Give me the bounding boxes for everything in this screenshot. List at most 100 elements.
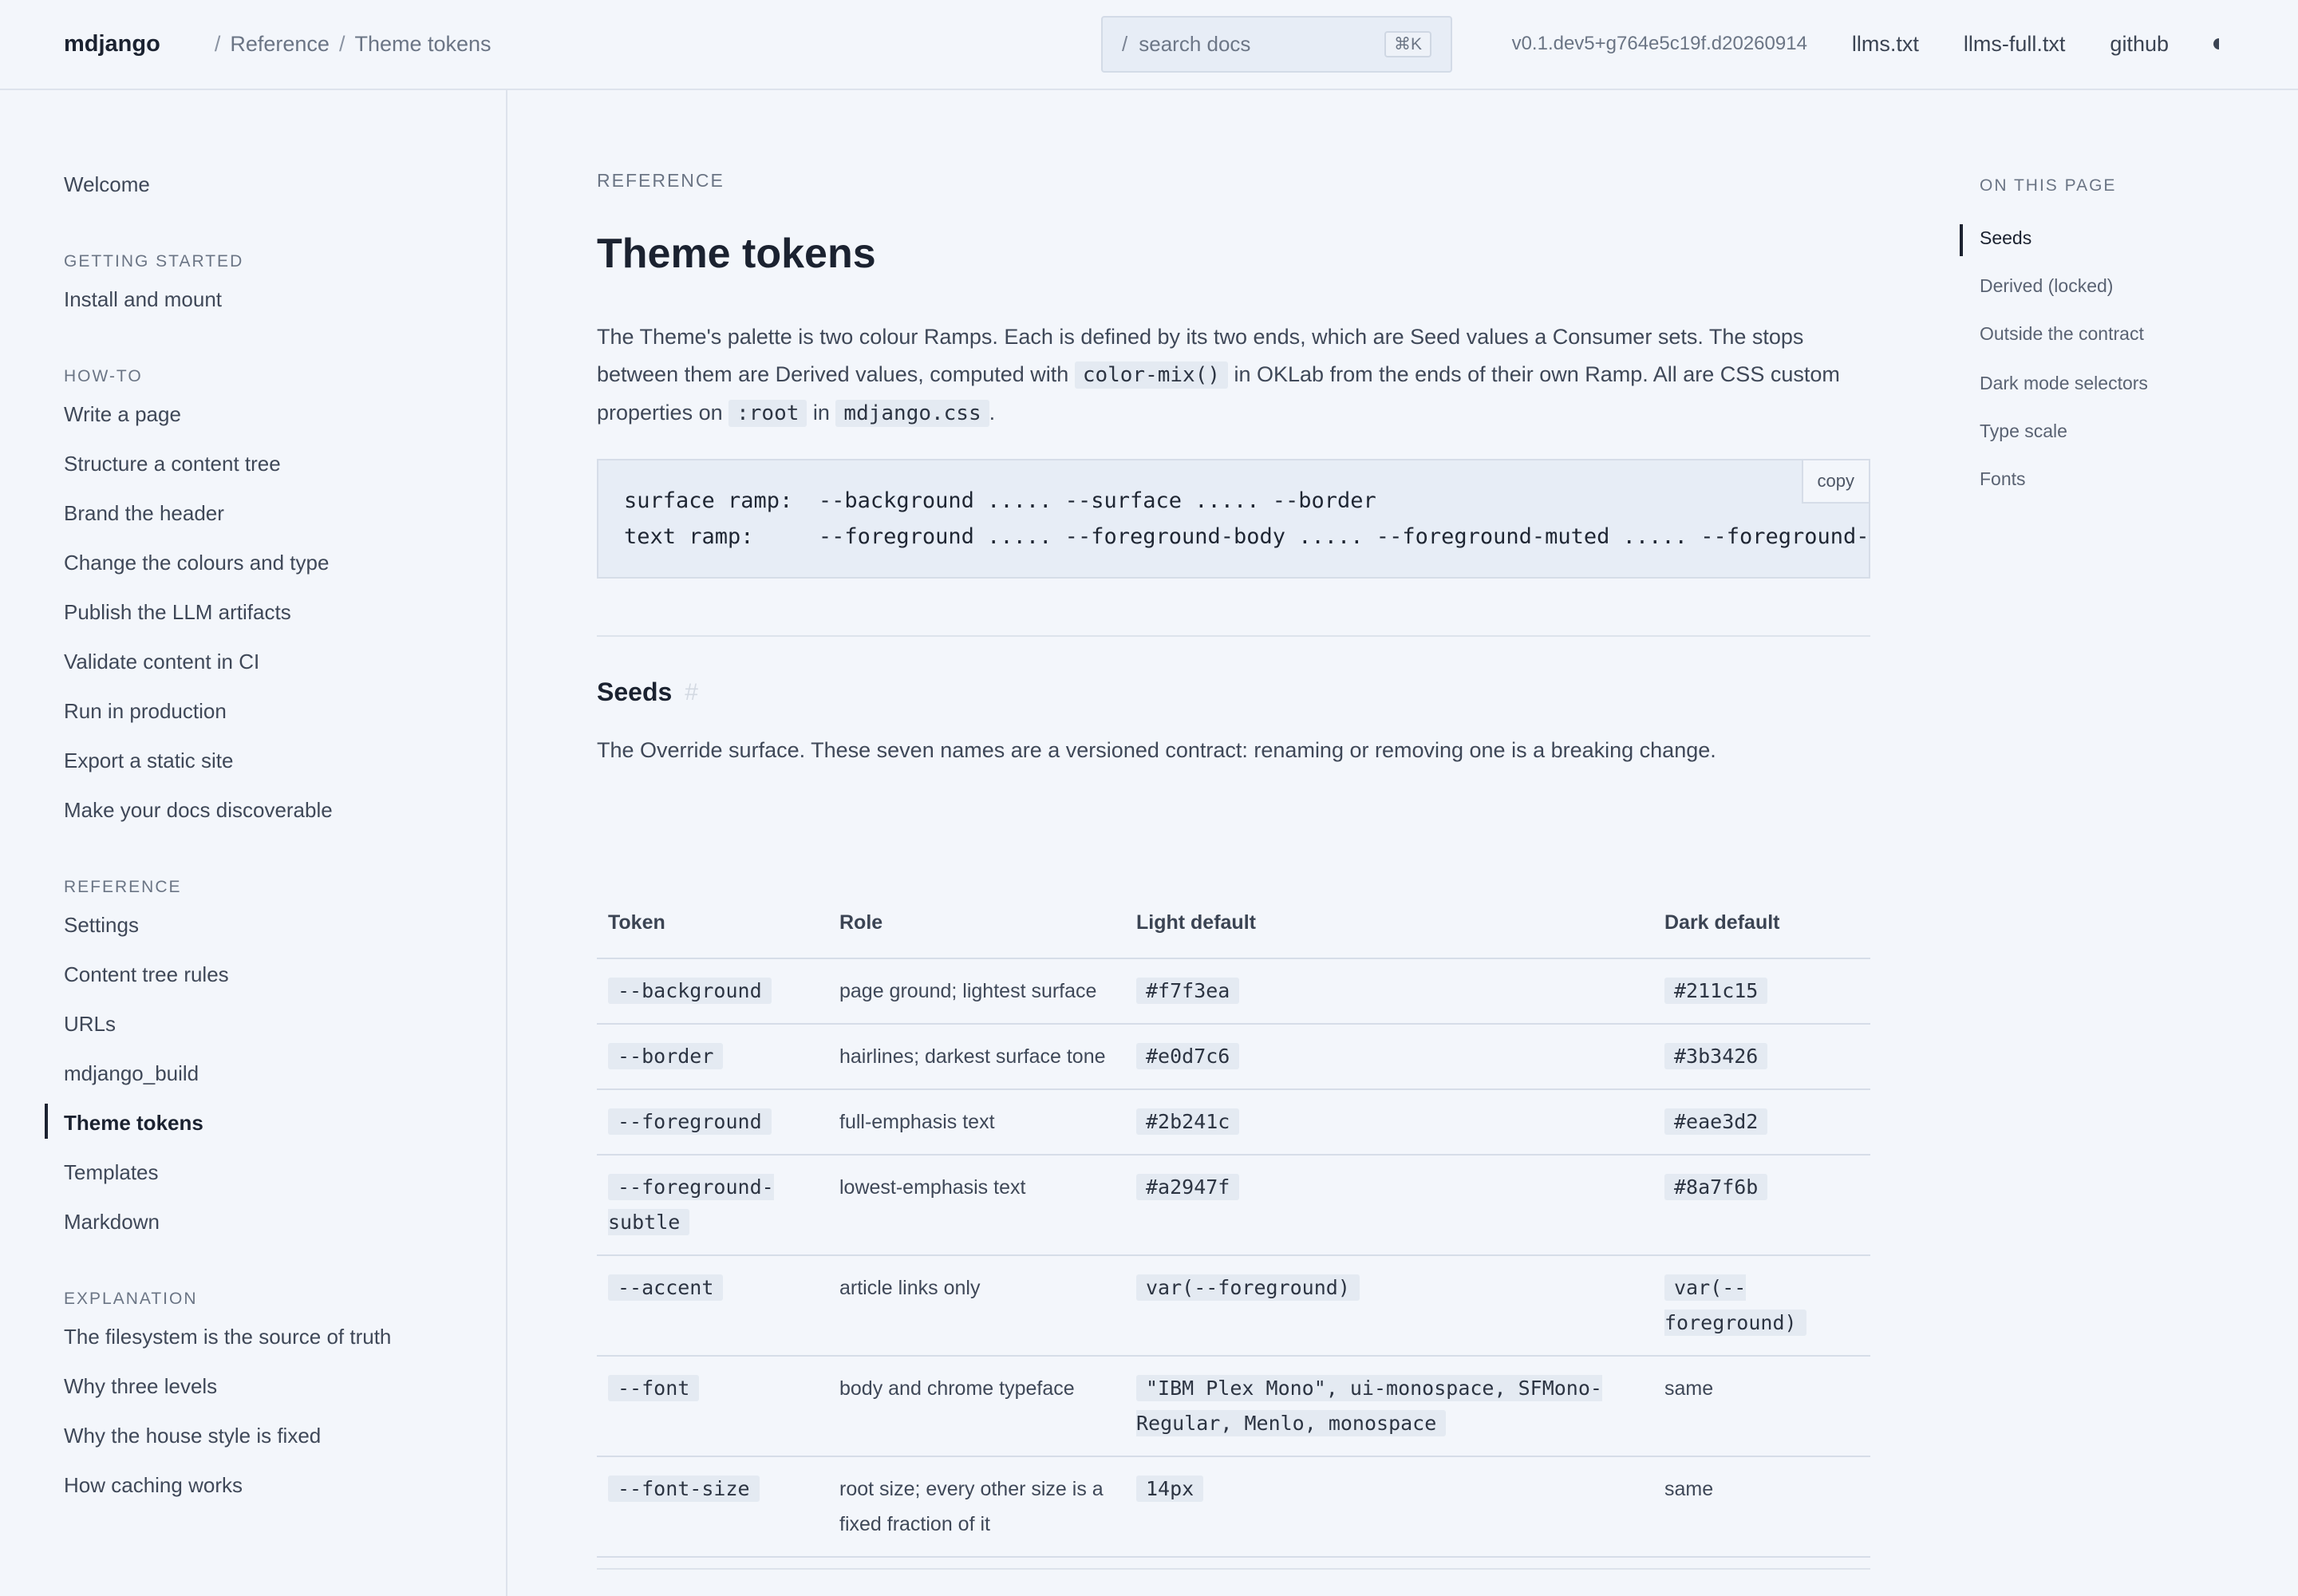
sidebar-item-export-static-site[interactable]: Export a static site bbox=[64, 746, 506, 796]
dark-default-value: #211c15 bbox=[1664, 978, 1768, 1004]
token-name: --font-size bbox=[608, 1476, 760, 1502]
sidebar-item-publish-llm-artifacts[interactable]: Publish the LLM artifacts bbox=[64, 598, 506, 647]
token-role: article links only bbox=[828, 1255, 1125, 1357]
github-link[interactable]: github bbox=[2110, 32, 2169, 57]
token-name: --background bbox=[608, 978, 772, 1004]
section-heading-text: Seeds bbox=[597, 678, 673, 706]
llms-txt-link[interactable]: llms.txt bbox=[1852, 32, 1919, 57]
sidebar-item-why-three-levels[interactable]: Why three levels bbox=[64, 1372, 506, 1421]
token-role: full-emphasis text bbox=[828, 1089, 1125, 1156]
sidebar-item-settings[interactable]: Settings bbox=[64, 911, 506, 960]
sidebar-item-filesystem-source-of-truth[interactable]: The filesystem is the source of truth bbox=[64, 1322, 506, 1372]
search-shortcut-badge: ⌘K bbox=[1384, 31, 1431, 57]
token-role: lowest-emphasis text bbox=[828, 1155, 1125, 1256]
llms-full-txt-link[interactable]: llms-full.txt bbox=[1964, 32, 2066, 57]
token-name: --border bbox=[608, 1043, 724, 1069]
dark-default-value: same bbox=[1653, 1456, 1870, 1558]
seeds-table: Token Role Light default Dark default --… bbox=[597, 888, 1870, 1558]
intro-paragraph: The Theme's palette is two colour Ramps.… bbox=[597, 318, 1870, 433]
sidebar-section-getting-started: GETTING STARTED bbox=[64, 252, 244, 271]
search-input[interactable]: / search docs ⌘K bbox=[1101, 16, 1452, 73]
light-default-value: #a2947f bbox=[1136, 1174, 1240, 1200]
column-header-token: Token bbox=[597, 888, 828, 959]
inline-code: color-mix() bbox=[1074, 361, 1228, 389]
code-block[interactable]: surface ramp: --background ..... --surfa… bbox=[597, 459, 1870, 579]
sidebar-item-theme-tokens[interactable]: Theme tokens bbox=[45, 1104, 506, 1158]
search-slash-icon: / bbox=[1122, 32, 1128, 56]
sidebar-item-welcome[interactable]: Welcome bbox=[64, 170, 506, 219]
sidebar-item-brand-the-header[interactable]: Brand the header bbox=[64, 499, 506, 548]
dark-default-value: same bbox=[1653, 1356, 1870, 1457]
copy-button[interactable]: copy bbox=[1801, 460, 1869, 504]
sidebar-item-why-house-style-fixed[interactable]: Why the house style is fixed bbox=[64, 1421, 506, 1471]
light-default-value: #2b241c bbox=[1136, 1108, 1240, 1135]
code-content: surface ramp: --background ..... --surfa… bbox=[598, 460, 1869, 577]
inline-code: :root bbox=[728, 400, 807, 427]
brand-logo[interactable]: mdjango bbox=[64, 31, 160, 57]
light-default-value: "IBM Plex Mono", ui-monospace, SFMono-Re… bbox=[1136, 1375, 1602, 1436]
header-links: v0.1.dev5+g764e5c19f.d20260914 llms.txt … bbox=[1512, 0, 2225, 88]
version-label: v0.1.dev5+g764e5c19f.d20260914 bbox=[1511, 33, 1807, 54]
table-header-row: Token Role Light default Dark default bbox=[597, 888, 1870, 959]
intro-text: . bbox=[989, 401, 996, 425]
table-row: --font-size root size; every other size … bbox=[597, 1456, 1870, 1558]
breadcrumb-separator: / bbox=[214, 32, 221, 56]
light-default-value: #e0d7c6 bbox=[1136, 1043, 1240, 1069]
light-default-value: #f7f3ea bbox=[1136, 978, 1240, 1004]
sidebar-item-install-and-mount[interactable]: Install and mount bbox=[64, 285, 506, 334]
code-line: surface ramp: --background ..... --surfa… bbox=[624, 488, 1376, 513]
sidebar-item-how-caching-works[interactable]: How caching works bbox=[64, 1471, 506, 1520]
sidebar-item-structure-a-content-tree[interactable]: Structure a content tree bbox=[64, 449, 506, 499]
token-role: hairlines; darkest surface tone bbox=[828, 1024, 1125, 1090]
toc-title: ON THIS PAGE bbox=[1980, 176, 2117, 195]
toc-active-indicator bbox=[1960, 224, 1963, 256]
sidebar-item-change-colours-and-type[interactable]: Change the colours and type bbox=[64, 548, 506, 598]
sidebar-item-make-docs-discoverable[interactable]: Make your docs discoverable bbox=[64, 796, 506, 845]
sidebar-item-mdjango-build[interactable]: mdjango_build bbox=[64, 1059, 506, 1108]
page-title: Theme tokens bbox=[597, 231, 876, 277]
inline-code: mdjango.css bbox=[835, 400, 989, 427]
theme-toggle-icon[interactable] bbox=[2213, 38, 2225, 49]
sidebar-item-run-in-production[interactable]: Run in production bbox=[64, 697, 506, 746]
toc-item-fonts[interactable]: Fonts bbox=[1980, 468, 2026, 490]
token-name: --font bbox=[608, 1375, 700, 1401]
page-eyebrow: REFERENCE bbox=[597, 170, 725, 191]
column-header-light-default: Light default bbox=[1125, 888, 1653, 959]
toc-item-seeds[interactable]: Seeds bbox=[1980, 227, 2031, 249]
token-role: page ground; lightest surface bbox=[828, 958, 1125, 1025]
section-divider bbox=[597, 1568, 1870, 1570]
sidebar-item-content-tree-rules[interactable]: Content tree rules bbox=[64, 960, 506, 1009]
heading-anchor-link[interactable]: # bbox=[685, 679, 698, 706]
toc-item-dark-mode-selectors[interactable]: Dark mode selectors bbox=[1980, 373, 2148, 394]
sidebar-section-reference: REFERENCE bbox=[64, 878, 182, 896]
toc-item-derived-locked[interactable]: Derived (locked) bbox=[1980, 275, 2113, 297]
token-role: body and chrome typeface bbox=[828, 1356, 1125, 1457]
breadcrumb-current: Theme tokens bbox=[354, 32, 492, 56]
token-name: --foreground-subtle bbox=[608, 1174, 774, 1235]
breadcrumb-reference[interactable]: Reference bbox=[230, 32, 330, 57]
dark-default-value: #eae3d2 bbox=[1664, 1108, 1768, 1135]
toc-item-type-scale[interactable]: Type scale bbox=[1980, 421, 2067, 442]
dark-default-value: var(--foreground) bbox=[1664, 1274, 1806, 1336]
token-name: --accent bbox=[608, 1274, 724, 1301]
table-row: --font body and chrome typeface "IBM Ple… bbox=[597, 1356, 1870, 1457]
light-default-value: 14px bbox=[1136, 1476, 1204, 1502]
sidebar-nav: Welcome GETTING STARTED Install and moun… bbox=[0, 90, 507, 1596]
column-header-dark-default: Dark default bbox=[1653, 888, 1870, 959]
section-divider bbox=[597, 635, 1870, 637]
light-default-value: var(--foreground) bbox=[1136, 1274, 1360, 1301]
table-row: --accent article links only var(--foregr… bbox=[597, 1255, 1870, 1357]
column-header-role: Role bbox=[828, 888, 1125, 959]
breadcrumb-separator: / bbox=[338, 32, 345, 56]
sidebar-section-explanation: EXPLANATION bbox=[64, 1290, 198, 1308]
sidebar-item-markdown[interactable]: Markdown bbox=[64, 1207, 506, 1257]
sidebar-item-validate-content-in-ci[interactable]: Validate content in CI bbox=[64, 647, 506, 697]
sidebar-item-templates[interactable]: Templates bbox=[64, 1158, 506, 1207]
token-name: --foreground bbox=[608, 1108, 772, 1135]
sidebar-item-urls[interactable]: URLs bbox=[64, 1009, 506, 1059]
toc-item-outside-contract[interactable]: Outside the contract bbox=[1980, 323, 2144, 345]
sidebar-item-write-a-page[interactable]: Write a page bbox=[64, 400, 506, 449]
table-row: --foreground-subtle lowest-emphasis text… bbox=[597, 1155, 1870, 1256]
table-row: --foreground full-emphasis text #2b241c … bbox=[597, 1089, 1870, 1156]
seeds-intro: The Override surface. These seven names … bbox=[597, 738, 1716, 762]
